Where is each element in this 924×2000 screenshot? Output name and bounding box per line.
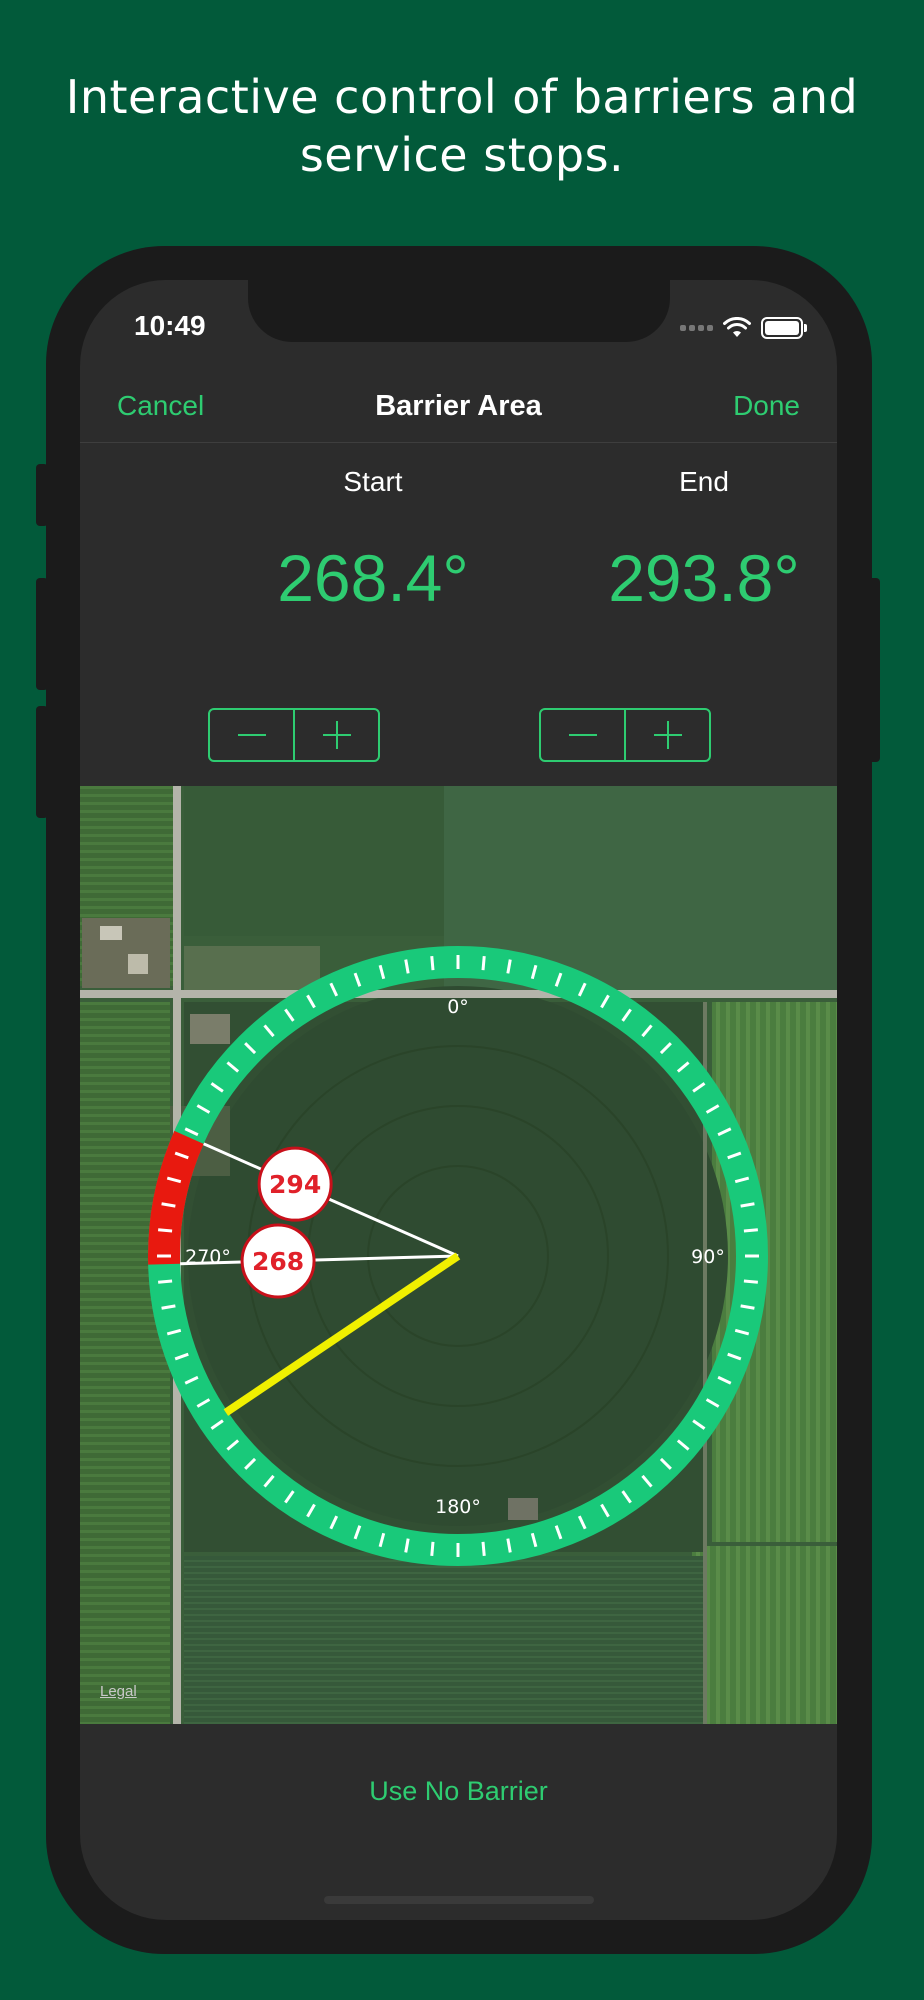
- legal-link[interactable]: Legal: [100, 1683, 137, 1700]
- field-patch: [80, 1002, 170, 1724]
- building: [508, 1498, 538, 1520]
- start-increment-button[interactable]: [295, 710, 378, 760]
- battery-icon: [761, 317, 807, 339]
- dial-label-180: 180°: [435, 1496, 481, 1518]
- dial-label-90: 90°: [691, 1246, 725, 1268]
- dial-tick: [743, 1279, 758, 1284]
- end-label: End: [679, 466, 729, 497]
- field-patch: [692, 1546, 837, 1724]
- building: [190, 1014, 230, 1044]
- field-patch: [184, 786, 444, 936]
- building: [100, 926, 122, 940]
- end-increment-button[interactable]: [626, 710, 709, 760]
- satellite-map[interactable]: 0° 90° 180° 270° 268 294 Legal: [80, 786, 837, 1724]
- building: [128, 954, 148, 974]
- wifi-icon: [723, 317, 751, 337]
- dial-tick: [743, 1228, 758, 1233]
- notch: [248, 280, 670, 342]
- start-value: 268.4°: [277, 541, 469, 615]
- start-decrement-button[interactable]: [210, 710, 295, 760]
- navigation-bar: Barrier Area Cancel Done: [80, 370, 837, 443]
- dial-tick: [158, 1228, 173, 1233]
- end-column: End 293.8°: [539, 440, 837, 616]
- headline: Interactive control of barriers and serv…: [65, 70, 859, 182]
- map-canvas: 0°90°180°270° 268294: [80, 786, 837, 1724]
- status-time: 10:49: [134, 310, 206, 341]
- end-marker-handle-label: 294: [269, 1170, 321, 1199]
- end-value: 293.8°: [608, 541, 800, 615]
- home-indicator: [324, 1896, 594, 1904]
- minus-icon: [568, 734, 597, 736]
- dial-label-0: 0°: [447, 996, 469, 1018]
- phone-screen: 10:49 Barrier Area Cancel Done Start 268…: [80, 280, 837, 1920]
- dial-tick: [158, 1279, 173, 1284]
- cellular-signal-icon: [680, 325, 713, 331]
- dial-tick: [430, 1541, 435, 1556]
- field-patch: [184, 1556, 704, 1724]
- start-label: Start: [343, 466, 403, 497]
- dial-tick: [430, 956, 435, 971]
- minus-icon: [237, 734, 266, 736]
- cancel-button[interactable]: Cancel: [117, 370, 204, 442]
- use-no-barrier-button[interactable]: Use No Barrier: [80, 1724, 837, 1858]
- farmstead: [82, 918, 170, 988]
- done-button[interactable]: Done: [733, 370, 800, 442]
- field-patch: [712, 1002, 837, 1542]
- status-icons: [680, 316, 807, 340]
- dial-tick: [481, 1541, 486, 1556]
- start-column: Start 268.4°: [208, 440, 538, 616]
- dial-tick: [481, 956, 486, 971]
- end-stepper: [539, 708, 711, 762]
- plus-icon: [653, 721, 682, 749]
- start-stepper: [208, 708, 380, 762]
- end-decrement-button[interactable]: [541, 710, 626, 760]
- farm-plots: [184, 946, 320, 996]
- start-marker-handle-label: 268: [252, 1247, 304, 1276]
- plus-icon: [322, 721, 351, 749]
